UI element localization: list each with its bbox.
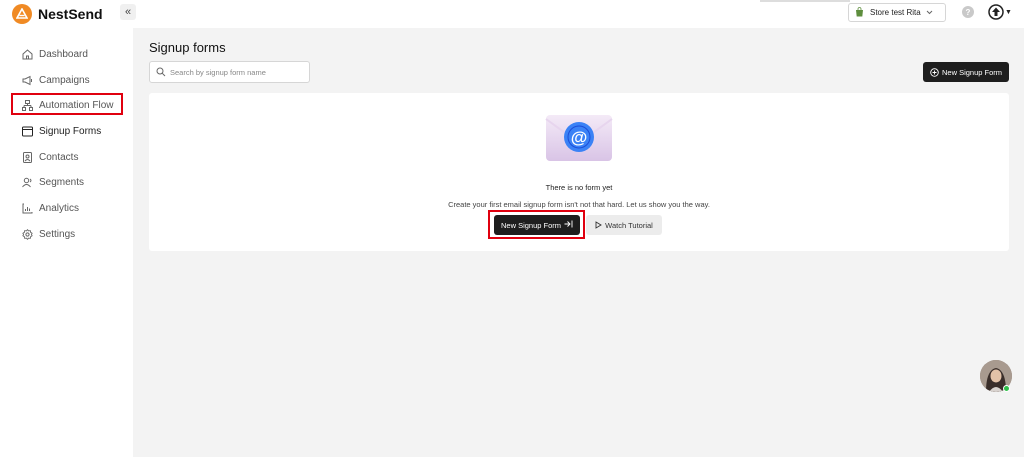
empty-state-card: @ There is no form yet Create your first… — [149, 93, 1009, 251]
page-title: Signup forms — [149, 40, 226, 55]
play-icon — [595, 221, 603, 229]
sidebar-item-label: Campaigns — [39, 74, 90, 86]
new-signup-form-label: New Signup Form — [941, 67, 1003, 77]
create-signup-form-label: New Signup Form — [500, 220, 562, 230]
top-bar: NestSend « Store test Rita ? ▼ — [0, 0, 1024, 28]
contacts-icon — [23, 151, 32, 163]
sidebar-item-contacts[interactable]: Contacts — [22, 149, 78, 165]
sidebar-item-segments[interactable]: Segments — [22, 174, 84, 190]
highlight-box — [11, 93, 123, 115]
empty-state-description: Create your first email signup form isn'… — [448, 200, 710, 209]
top-divider — [760, 0, 850, 2]
sidebar-item-label: Dashboard — [39, 48, 88, 60]
store-selector[interactable]: Store test Rita — [848, 3, 946, 22]
svg-text:@: @ — [571, 128, 588, 147]
sidebar-item-label: Segments — [39, 176, 85, 188]
shopify-bag-icon — [855, 6, 864, 19]
online-status-dot — [1003, 385, 1010, 392]
caret-down-icon: ▼ — [1005, 8, 1012, 16]
sidebar-item-label: Settings — [39, 228, 76, 240]
new-signup-form-button[interactable]: New Signup Form — [923, 62, 1009, 82]
sidebar-item-settings[interactable]: Settings — [22, 226, 75, 242]
create-signup-form-button[interactable]: New Signup Form — [494, 215, 580, 235]
form-icon — [22, 126, 33, 136]
collapse-sidebar-button[interactable]: « — [120, 4, 136, 20]
search-box[interactable] — [149, 61, 310, 83]
sidebar-item-label: Contacts — [39, 151, 79, 163]
watch-tutorial-label: Watch Tutorial — [605, 220, 653, 230]
search-input[interactable] — [170, 67, 300, 77]
arrow-right-bar-icon — [564, 220, 573, 230]
user-menu-icon — [988, 4, 1004, 20]
account-menu[interactable]: ▼ — [988, 4, 1012, 20]
sidebar-item-analytics[interactable]: Analytics — [22, 200, 79, 216]
app-logo[interactable]: NestSend — [12, 4, 103, 24]
empty-state-title: There is no form yet — [545, 183, 613, 192]
sidebar-item-label: Analytics — [39, 202, 80, 214]
envelope-illustration: @ — [545, 113, 613, 168]
help-icon[interactable]: ? — [962, 6, 974, 18]
logo-icon — [12, 4, 32, 24]
sidebar-item-signup-forms[interactable]: Signup Forms — [22, 123, 101, 139]
store-name: Store test Rita — [870, 8, 921, 17]
sidebar-item-label: Signup Forms — [39, 125, 102, 137]
watch-tutorial-button[interactable]: Watch Tutorial — [586, 215, 662, 235]
chevron-down-icon — [926, 8, 933, 17]
search-icon — [156, 67, 166, 77]
megaphone-icon — [22, 75, 32, 85]
home-icon — [22, 48, 33, 59]
gear-icon — [22, 228, 33, 240]
segments-icon — [22, 177, 32, 187]
sidebar-item-dashboard[interactable]: Dashboard — [22, 46, 88, 62]
plus-circle-icon — [930, 67, 939, 77]
analytics-icon — [22, 203, 33, 213]
sidebar-item-campaigns[interactable]: Campaigns — [22, 72, 90, 88]
app-name: NestSend — [38, 6, 103, 22]
